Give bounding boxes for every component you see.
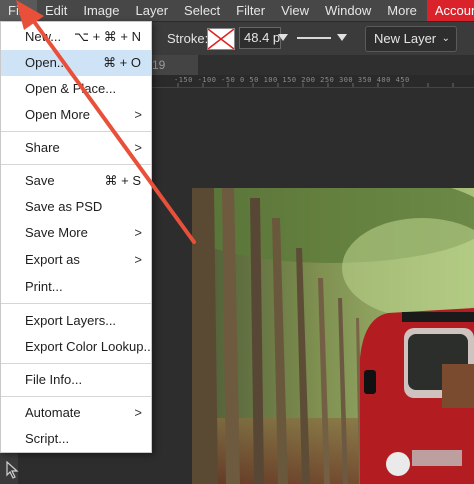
- menu-item-label: Print...: [25, 279, 63, 294]
- chevron-right-icon: >: [134, 252, 142, 267]
- menu-item-shortcut: ⌥ + ⌘ + N: [74, 29, 141, 44]
- menu-separator: [1, 131, 151, 132]
- layer-mode-value: New Layer: [374, 31, 437, 46]
- menu-item-export-layers[interactable]: Export Layers...: [1, 308, 151, 334]
- menu-item-label: Open...: [25, 55, 68, 70]
- chevron-right-icon: >: [134, 140, 142, 155]
- menu-image[interactable]: Image: [75, 0, 127, 21]
- canvas-image[interactable]: [192, 188, 474, 484]
- menu-select[interactable]: Select: [176, 0, 228, 21]
- menu-filter[interactable]: Filter: [228, 0, 273, 21]
- menu-item-label: Open & Place...: [25, 81, 117, 96]
- menu-view[interactable]: View: [273, 0, 317, 21]
- menu-item-export-as[interactable]: Export as >: [1, 247, 151, 273]
- menu-window[interactable]: Window: [317, 0, 379, 21]
- menu-separator: [1, 396, 151, 397]
- menu-item-new[interactable]: New... ⌥ + ⌘ + N: [1, 24, 151, 50]
- chevron-down-icon: ⌄: [441, 33, 450, 44]
- menu-item-export-color-lookup[interactable]: Export Color Lookup...: [1, 334, 155, 360]
- layer-mode-select[interactable]: New Layer ⌄: [365, 26, 457, 52]
- menu-item-label: Script...: [25, 431, 70, 446]
- menu-item-open-more[interactable]: Open More >: [1, 102, 151, 128]
- menu-item-label: Export as: [25, 252, 80, 267]
- menu-separator: [1, 303, 151, 304]
- menu-separator: [1, 363, 151, 364]
- file-menu-dropdown: New... ⌥ + ⌘ + N Open... ⌘ + O Open & Pl…: [0, 21, 155, 453]
- menu-item-automate[interactable]: Automate >: [1, 400, 151, 426]
- no-stroke-icon[interactable]: [207, 28, 235, 50]
- menu-item-label: Automate: [25, 405, 81, 420]
- menu-item-label: Save More: [25, 225, 88, 240]
- document-tab[interactable]: 19: [148, 55, 198, 75]
- menu-item-label: Save as PSD: [25, 199, 103, 214]
- menu-item-label: Export Color Lookup...: [25, 339, 155, 354]
- stroke-width-input[interactable]: 48.4 p: [239, 27, 281, 49]
- menu-item-print[interactable]: Print...: [1, 274, 151, 300]
- stroke-width-dropdown-icon[interactable]: [278, 34, 288, 41]
- menu-item-label: Export Layers...: [25, 313, 117, 328]
- menu-separator: [1, 164, 151, 165]
- app-window: File Edit Image Layer Select Filter View…: [0, 0, 474, 484]
- menu-item-save-more[interactable]: Save More >: [1, 220, 151, 246]
- menu-item-save-as-psd[interactable]: Save as PSD: [1, 194, 151, 220]
- menu-item-share[interactable]: Share >: [1, 135, 151, 161]
- menu-item-label: Save: [25, 173, 55, 188]
- menu-item-save[interactable]: Save ⌘ + S: [1, 168, 151, 194]
- menu-item-label: New...: [25, 29, 62, 44]
- menu-edit[interactable]: Edit: [37, 0, 75, 21]
- menu-item-shortcut: ⌘ + S: [104, 173, 142, 188]
- menu-item-label: File Info...: [25, 372, 83, 387]
- chevron-right-icon: >: [134, 225, 142, 240]
- line-style-dropdown-icon[interactable]: [337, 34, 347, 41]
- ruler-labels: -150 -100 -50 0 50 100 150 200 250 300 3…: [174, 76, 410, 84]
- stroke-label: Stroke:: [167, 31, 209, 46]
- menu-layer[interactable]: Layer: [128, 0, 177, 21]
- menu-item-label: Open More: [25, 107, 91, 122]
- menu-item-script[interactable]: Script...: [1, 426, 151, 452]
- menu-item-open[interactable]: Open... ⌘ + O: [1, 50, 151, 76]
- menu-more[interactable]: More: [379, 0, 425, 21]
- menu-item-label: Share: [25, 140, 60, 155]
- document-tab-label: 19: [152, 58, 166, 72]
- horizontal-ruler: -150 -100 -50 0 50 100 150 200 250 300 3…: [150, 75, 474, 88]
- menu-file[interactable]: File: [0, 0, 37, 21]
- account-button[interactable]: Account: [426, 0, 474, 21]
- line-style-preview[interactable]: [297, 37, 331, 39]
- menu-item-open-place[interactable]: Open & Place...: [1, 76, 151, 102]
- menu-item-shortcut: ⌘ + O: [103, 55, 141, 70]
- menu-item-file-info[interactable]: File Info...: [1, 367, 151, 393]
- chevron-right-icon: >: [134, 405, 142, 420]
- chevron-right-icon: >: [134, 107, 142, 122]
- cursor-icon[interactable]: [6, 460, 24, 481]
- menu-bar: File Edit Image Layer Select Filter View…: [0, 0, 474, 21]
